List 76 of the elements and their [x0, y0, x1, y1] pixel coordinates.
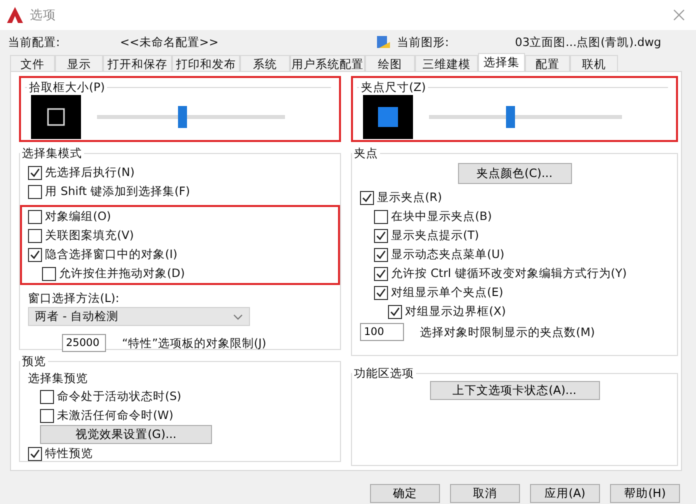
- profile-label: 当前配置:: [8, 34, 61, 50]
- drawing-file-icon: [377, 36, 390, 48]
- input-field[interactable]: 25000: [62, 334, 106, 352]
- group-title: 功能区选项: [353, 366, 415, 381]
- tab[interactable]: 打印和发布: [172, 55, 240, 71]
- checkbox[interactable]: [28, 210, 42, 224]
- checkbox-label: 命令处于活动状态时(S): [57, 389, 182, 404]
- drawing-value: 03立面图...点图(青凯).dwg: [515, 34, 662, 50]
- contextual-tab-state-button[interactable]: 上下文选项卡状态(A)...: [430, 381, 600, 400]
- checkbox[interactable]: [28, 248, 42, 262]
- dialog-button[interactable]: 应用(A): [530, 484, 600, 503]
- field-label: 选择对象时限制显示的夹点数(M): [420, 324, 595, 340]
- checkbox[interactable]: [40, 390, 54, 404]
- checkbox[interactable]: [388, 304, 402, 318]
- dialog-button[interactable]: 取消: [450, 484, 520, 503]
- checkbox[interactable]: [360, 190, 374, 204]
- tab[interactable]: 文件: [10, 55, 55, 71]
- checkbox-label: 未激活任何命令时(W): [57, 408, 174, 423]
- checkbox[interactable]: [374, 210, 388, 224]
- checkbox[interactable]: [374, 286, 388, 300]
- tab[interactable]: 显示: [55, 55, 103, 71]
- field-label: “特性”选项板的对象限制(J): [122, 336, 266, 350]
- checkbox-label: 先选择后执行(N): [45, 165, 135, 180]
- input-field[interactable]: 100: [360, 323, 404, 341]
- group-title: 预览: [21, 354, 47, 369]
- profile-value: <<未命名配置>>: [120, 34, 220, 50]
- checkbox-label: 对组显示单个夹点(E): [391, 285, 504, 300]
- checkbox-label: 在块中显示夹点(B): [391, 209, 492, 224]
- grip-color-button[interactable]: 夹点颜色(C)...: [458, 163, 572, 184]
- checkbox-label: 允许按住并拖动对象(D): [59, 266, 185, 281]
- dialog-button[interactable]: 确定: [370, 484, 440, 503]
- close-icon[interactable]: [672, 8, 686, 22]
- checkbox-label: 允许按 Ctrl 键循环改变对象编辑方式行为(Y): [391, 266, 627, 281]
- tab[interactable]: 打开和保存: [103, 55, 172, 71]
- checkbox-label: 用 Shift 键添加到选择集(F): [45, 184, 190, 199]
- checkbox[interactable]: [28, 184, 42, 198]
- checkbox-label: 特性预览: [45, 446, 93, 461]
- tab[interactable]: 选择集: [478, 53, 525, 71]
- field-label: 窗口选择方法(L):: [28, 290, 120, 307]
- tab[interactable]: 用户系统配置: [290, 55, 365, 71]
- dialog-button[interactable]: 帮助(H): [610, 484, 680, 503]
- window-title: 选项: [30, 6, 57, 24]
- checkbox[interactable]: [374, 248, 388, 262]
- dropdown[interactable]: 两者 - 自动检测: [28, 307, 250, 326]
- tab[interactable]: 联机: [570, 55, 618, 71]
- app-logo-icon: [6, 6, 24, 24]
- tab[interactable]: 配置: [525, 55, 570, 71]
- drawing-label: 当前图形:: [397, 34, 450, 50]
- grip-square-icon: [378, 106, 398, 126]
- checkbox-label: 显示动态夹点菜单(U): [391, 247, 504, 262]
- tab[interactable]: 系统: [240, 55, 290, 71]
- checkbox-label: 显示夹点提示(T): [391, 228, 479, 243]
- checkbox[interactable]: [40, 408, 54, 422]
- group-title: 夹点: [353, 146, 379, 161]
- section-label: 夹点尺寸(Z): [360, 80, 427, 95]
- pickbox-square-icon: [47, 108, 65, 126]
- checkbox-label: 隐含选择窗口中的对象(I): [45, 247, 178, 262]
- checkbox[interactable]: [28, 446, 42, 460]
- checkbox-label: 对象编组(O): [45, 209, 112, 224]
- checkbox[interactable]: [374, 228, 388, 242]
- slider-thumb[interactable]: [506, 106, 516, 128]
- checkbox[interactable]: [42, 266, 56, 280]
- caret-icon: [233, 314, 243, 320]
- group-title: 选择集模式: [21, 146, 83, 161]
- visual-effects-button[interactable]: 视觉效果设置(G)...: [40, 425, 212, 444]
- slider-thumb[interactable]: [178, 106, 187, 128]
- section-label: 拾取框大小(P): [28, 80, 106, 95]
- checkbox-label: 对组显示边界框(X): [405, 304, 506, 319]
- checkbox[interactable]: [28, 166, 42, 180]
- group-subtitle: 选择集预览: [28, 370, 89, 387]
- checkbox[interactable]: [374, 266, 388, 280]
- checkbox-label: 显示夹点(R): [377, 190, 442, 205]
- checkbox-label: 关联图案填充(V): [45, 228, 134, 243]
- tab[interactable]: 三维建模: [415, 55, 478, 71]
- checkbox[interactable]: [28, 228, 42, 242]
- tab[interactable]: 绘图: [365, 55, 415, 71]
